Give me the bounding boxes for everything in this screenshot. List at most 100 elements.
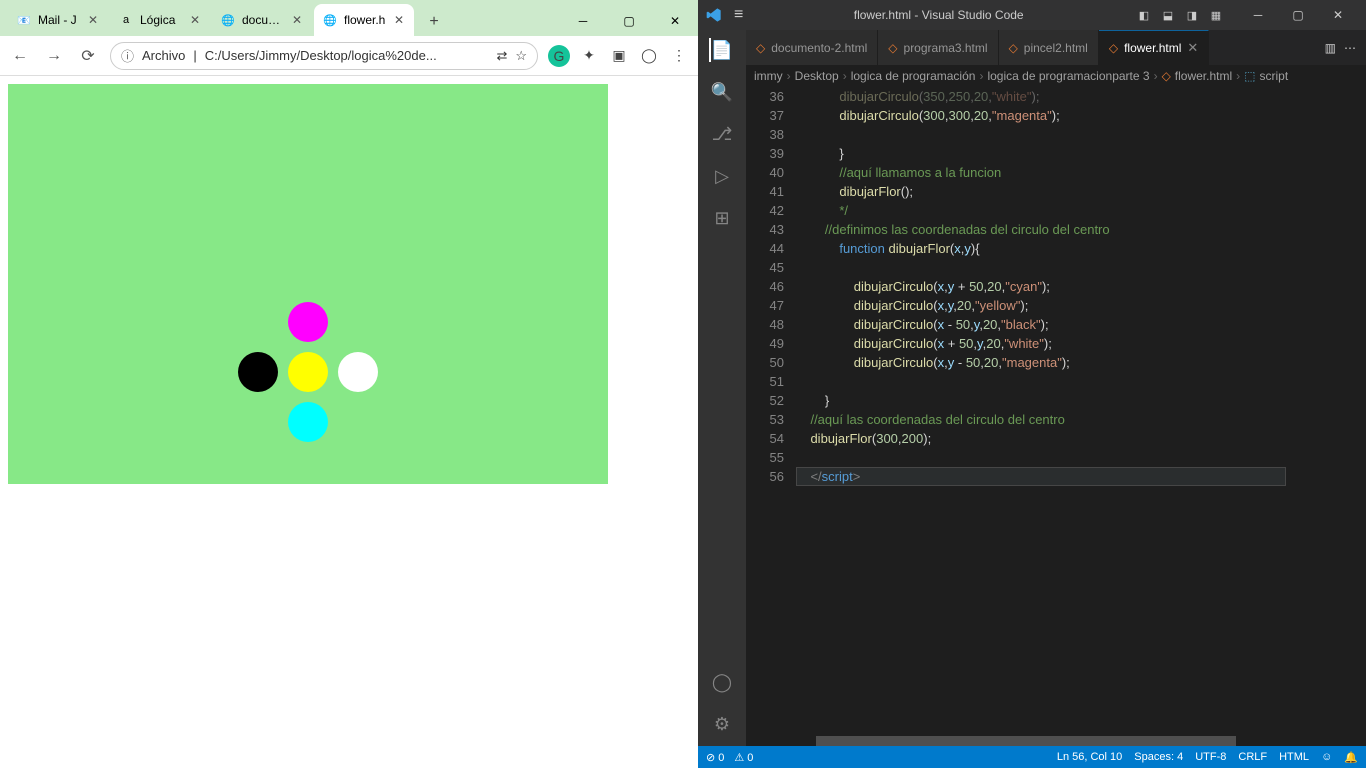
- back-button[interactable]: ←: [8, 44, 32, 68]
- code-line[interactable]: dibujarCirculo(x + 50,y,20,"white");: [796, 334, 1286, 353]
- circle: [288, 352, 328, 392]
- browser-window-controls: ─ ▢ ✕: [560, 6, 698, 36]
- code-line[interactable]: //definimos las coordenadas del circulo …: [796, 220, 1286, 239]
- browser-content: [0, 76, 698, 768]
- circle: [238, 352, 278, 392]
- code-line[interactable]: function dibujarFlor(x,y){: [796, 239, 1286, 258]
- split-editor-icon[interactable]: ▥: [1325, 41, 1336, 55]
- circle: [338, 352, 378, 392]
- grammarly-icon[interactable]: G: [548, 45, 570, 67]
- horizontal-scrollbar[interactable]: [746, 736, 1366, 746]
- code-line[interactable]: dibujarCirculo(x,y - 50,20,"magenta");: [796, 353, 1286, 372]
- status-bell[interactable]: 🔔: [1344, 751, 1358, 764]
- code-line[interactable]: </script>: [796, 467, 1286, 486]
- favicon-icon: 🌐: [322, 12, 338, 28]
- breadcrumb-item[interactable]: logica de programación: [851, 69, 976, 83]
- breadcrumb-item[interactable]: Desktop: [795, 69, 839, 83]
- source-control-icon[interactable]: ⎇: [710, 122, 734, 146]
- layout-bottom-icon[interactable]: ⬓: [1158, 5, 1178, 25]
- editor-tab[interactable]: ◇documento-2.html: [746, 30, 878, 65]
- layout-right-icon[interactable]: ◨: [1182, 5, 1202, 25]
- code-line[interactable]: //aquí las coordenadas del circulo del c…: [796, 410, 1286, 429]
- extensions-icon[interactable]: ⊞: [710, 206, 734, 230]
- tab-label: flower.html: [1124, 41, 1181, 55]
- code-area[interactable]: 3637383940414243444546474849505152535455…: [746, 87, 1366, 736]
- status-eol[interactable]: CRLF: [1238, 751, 1267, 764]
- vscode-maximize-button[interactable]: ▢: [1278, 0, 1318, 30]
- code-line[interactable]: dibujarCirculo(300,300,20,"magenta");: [796, 106, 1286, 125]
- reload-button[interactable]: ⟳: [76, 44, 100, 68]
- account-icon[interactable]: ◯: [710, 670, 734, 694]
- breadcrumb[interactable]: immy›Desktop›logica de programación›logi…: [746, 65, 1366, 87]
- code-line[interactable]: }: [796, 391, 1286, 410]
- browser-tab[interactable]: 📧Mail - J✕: [8, 4, 108, 36]
- breadcrumb-item[interactable]: logica de programacionparte 3: [987, 69, 1149, 83]
- layout-custom-icon[interactable]: ▦: [1206, 5, 1226, 25]
- code-lines[interactable]: dibujarCirculo(350,250,20,"white"); dibu…: [796, 87, 1286, 736]
- editor-tab[interactable]: ◇ flower.html ✕: [1099, 30, 1210, 65]
- code-line[interactable]: dibujarCirculo(x,y + 50,20,"cyan");: [796, 277, 1286, 296]
- code-line[interactable]: dibujarFlor();: [796, 182, 1286, 201]
- code-line[interactable]: dibujarCirculo(x,y,20,"yellow");: [796, 296, 1286, 315]
- status-lang[interactable]: HTML: [1279, 751, 1309, 764]
- code-line[interactable]: //aquí llamamos a la funcion: [796, 163, 1286, 182]
- app-menu-button[interactable]: ≡: [734, 6, 743, 24]
- tab-close-icon[interactable]: ✕: [290, 13, 304, 27]
- code-line[interactable]: dibujarFlor(300,200);: [796, 429, 1286, 448]
- vscode-minimize-button[interactable]: ─: [1238, 0, 1278, 30]
- status-errors[interactable]: ⊘ 0: [706, 751, 724, 764]
- extensions-icon[interactable]: ✦: [578, 45, 600, 67]
- translate-icon[interactable]: ⇄: [496, 48, 507, 64]
- profile-icon[interactable]: ◯: [638, 45, 660, 67]
- maximize-button[interactable]: ▢: [606, 6, 652, 36]
- window-icon[interactable]: ▣: [608, 45, 630, 67]
- browser-tab[interactable]: aLógica✕: [110, 4, 210, 36]
- vscode-close-button[interactable]: ✕: [1318, 0, 1358, 30]
- status-warnings[interactable]: ⚠ 0: [734, 751, 753, 764]
- more-actions-icon[interactable]: ⋯: [1344, 41, 1356, 55]
- breadcrumb-item[interactable]: ⬚script: [1244, 69, 1288, 83]
- menu-icon[interactable]: ⋮: [668, 45, 690, 67]
- browser-tabs: 📧Mail - J✕aLógica✕🌐docume✕🌐flower.h✕+: [0, 4, 560, 36]
- code-line[interactable]: [796, 448, 1286, 467]
- code-line[interactable]: */: [796, 201, 1286, 220]
- breadcrumb-item[interactable]: immy: [754, 69, 783, 83]
- code-line[interactable]: [796, 125, 1286, 144]
- new-tab-button[interactable]: +: [420, 8, 448, 36]
- tab-close-icon[interactable]: ✕: [1187, 40, 1198, 56]
- settings-icon[interactable]: ⚙: [710, 712, 734, 736]
- status-feedback[interactable]: ☺: [1321, 751, 1332, 764]
- code-line[interactable]: dibujarCirculo(x - 50,y,20,"black");: [796, 315, 1286, 334]
- bookmark-icon[interactable]: ☆: [515, 48, 527, 64]
- line-gutter: 3637383940414243444546474849505152535455…: [746, 87, 796, 736]
- breadcrumb-item[interactable]: ◇flower.html: [1162, 69, 1233, 83]
- tab-actions: ▥⋯: [1315, 30, 1366, 65]
- browser-tab[interactable]: 🌐docume✕: [212, 4, 312, 36]
- status-spaces[interactable]: Spaces: 4: [1134, 751, 1183, 764]
- code-line[interactable]: [796, 258, 1286, 277]
- status-lncol[interactable]: Ln 56, Col 10: [1057, 751, 1122, 764]
- explorer-icon[interactable]: 📄: [709, 38, 733, 62]
- tab-close-icon[interactable]: ✕: [86, 13, 100, 27]
- code-line[interactable]: }: [796, 144, 1286, 163]
- close-button[interactable]: ✕: [652, 6, 698, 36]
- browser-tab[interactable]: 🌐flower.h✕: [314, 4, 414, 36]
- tab-close-icon[interactable]: ✕: [188, 13, 202, 27]
- code-line[interactable]: [796, 372, 1286, 391]
- address-field[interactable]: ⓘ Archivo | C:/Users/Jimmy/Desktop/logic…: [110, 42, 538, 70]
- code-line[interactable]: dibujarCirculo(350,250,20,"white");: [796, 87, 1286, 106]
- tab-close-icon[interactable]: ✕: [392, 13, 406, 27]
- layout-left-icon[interactable]: ◧: [1134, 5, 1154, 25]
- canvas: [8, 84, 608, 484]
- editor-tab[interactable]: ◇pincel2.html: [999, 30, 1099, 65]
- html-file-icon: ◇: [1109, 41, 1118, 55]
- address-prefix: Archivo: [142, 48, 185, 63]
- status-encoding[interactable]: UTF-8: [1195, 751, 1226, 764]
- minimap[interactable]: [1286, 87, 1366, 736]
- editor-tab[interactable]: ◇programa3.html: [878, 30, 998, 65]
- run-debug-icon[interactable]: ▷: [710, 164, 734, 188]
- tab-label: documento-2.html: [771, 41, 867, 55]
- search-icon[interactable]: 🔍: [710, 80, 734, 104]
- forward-button[interactable]: →: [42, 44, 66, 68]
- minimize-button[interactable]: ─: [560, 6, 606, 36]
